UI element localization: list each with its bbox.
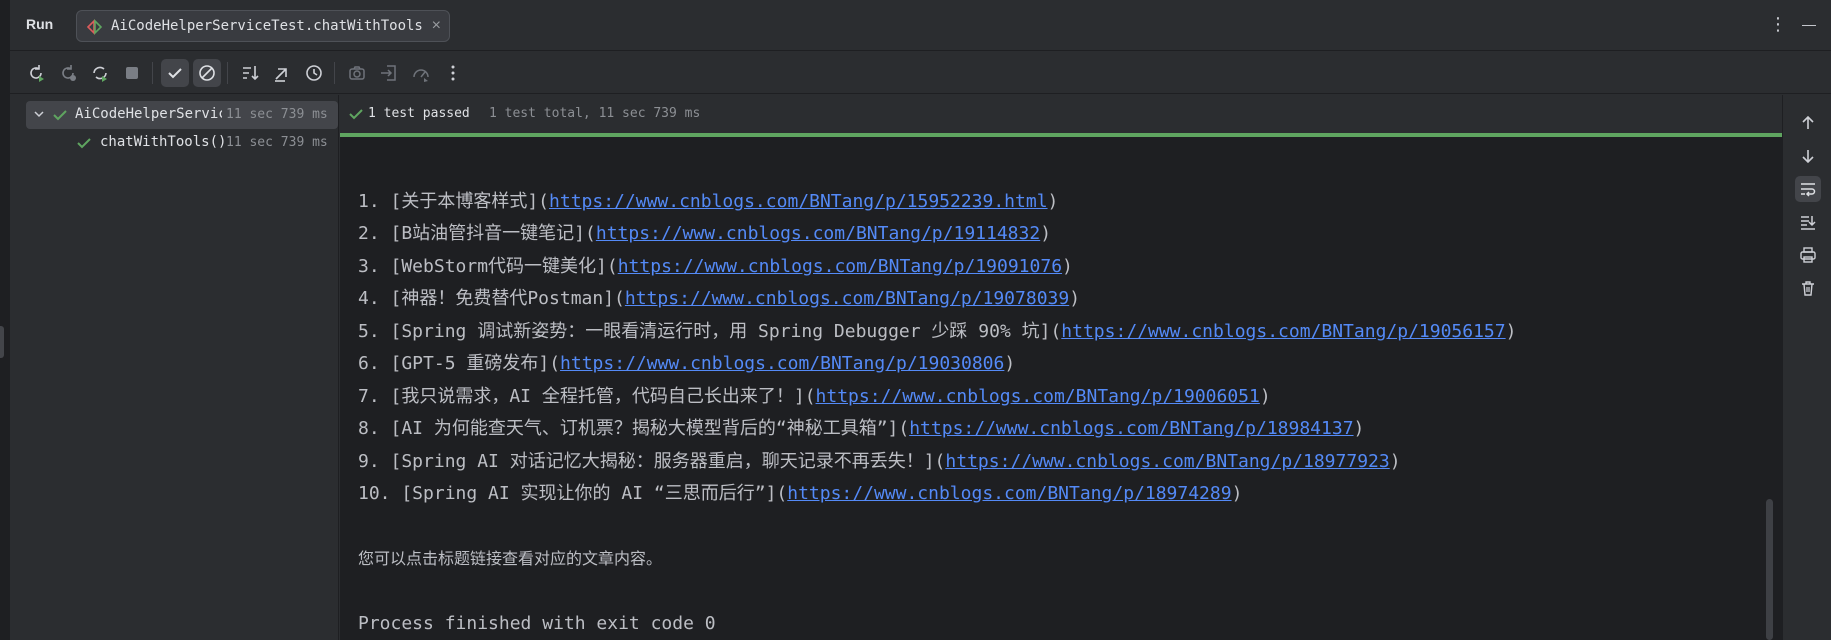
progress-fill <box>340 133 1782 137</box>
stop-icon[interactable] <box>118 59 146 87</box>
output-line-suffix: ) <box>1062 255 1073 277</box>
output-line: 3. [WebStorm代码一键美化](https://www.cnblogs.… <box>358 251 1758 284</box>
tab-label: AiCodeHelperServiceTest.chatWithTools <box>111 18 423 34</box>
output-line: 7. [我只说需求，AI 全程托管，代码自己长出来了！](https://www… <box>358 381 1758 414</box>
output-line-text: 6. [GPT-5 重磅发布]( <box>358 353 561 374</box>
run-tool-window: Run AiCodeHelperServiceTest.chatWithTool… <box>0 0 1831 640</box>
soft-wrap-icon[interactable] <box>1795 176 1821 202</box>
passed-check-icon <box>53 110 67 121</box>
output-line-text: 9. [Spring AI 对话记忆大揭秘：服务器重启，聊天记录不再丢失！]( <box>358 450 946 472</box>
sort-icon[interactable] <box>236 59 264 87</box>
history-icon[interactable] <box>300 59 328 87</box>
rerun-icon[interactable] <box>22 59 50 87</box>
toolbar-separator <box>152 62 153 84</box>
exit-message: Process finished with exit code 0 <box>358 613 716 634</box>
test-method-time: 11 sec 739 ms <box>226 135 328 150</box>
output-line-suffix: ) <box>1047 190 1059 212</box>
test-config-icon <box>86 19 103 35</box>
import-tests-icon[interactable] <box>375 59 403 87</box>
output-line: 10. [Spring AI 实现让你的 AI “三思而后行”](https:/… <box>358 478 1758 511</box>
resize-handle[interactable] <box>0 326 4 358</box>
arrow-up-icon[interactable] <box>1795 110 1821 136</box>
show-passed-icon[interactable] <box>161 59 189 87</box>
more-icon[interactable] <box>439 59 467 87</box>
tests-passed-label: 1 test passed <box>368 106 470 121</box>
output-line: 4. [神器！免费替代Postman](https://www.cnblogs.… <box>358 283 1758 316</box>
article-link[interactable]: https://www.cnblogs.com/BNTang/p/1897792… <box>945 451 1389 472</box>
close-icon[interactable]: × <box>432 17 441 35</box>
article-link[interactable]: https://www.cnblogs.com/BNTang/p/1907803… <box>625 288 1069 309</box>
tests-total-label: 1 test total, 11 sec 739 ms <box>489 106 701 121</box>
test-status-bar: 1 test passed 1 test total, 11 sec 739 m… <box>340 95 1782 133</box>
output-line-suffix: ) <box>1004 353 1016 374</box>
collapse-all-icon[interactable] <box>268 59 296 87</box>
output-line-text: 5. [Spring 调试新姿势：一眼看清运行时，用 Spring Debugg… <box>358 320 1062 342</box>
show-ignored-icon[interactable] <box>193 59 221 87</box>
toolbar-separator <box>334 62 335 84</box>
toggle-auto-test-icon[interactable] <box>86 59 114 87</box>
article-link[interactable]: https://www.cnblogs.com/BNTang/p/1897428… <box>787 483 1231 504</box>
output-line-suffix: ) <box>1040 223 1052 244</box>
output-line: 8. [AI 为何能查天气、订机票？揭秘大模型背后的“神秘工具箱”](https… <box>358 413 1758 446</box>
rerun-failed-icon[interactable] <box>54 59 82 87</box>
article-link[interactable]: https://www.cnblogs.com/BNTang/p/1909107… <box>618 256 1062 277</box>
output-line: 9. [Spring AI 对话记忆大揭秘：服务器重启，聊天记录不再丢失！](h… <box>358 446 1758 479</box>
output-line: 2. [B站油管抖音一键笔记](https://www.cnblogs.com/… <box>358 218 1758 251</box>
run-title: Run <box>26 16 54 32</box>
minimize-icon[interactable]: — <box>1797 12 1821 36</box>
arrow-down-icon[interactable] <box>1795 143 1821 169</box>
test-progress-bar <box>340 133 1782 137</box>
toolbar-separator <box>227 62 228 84</box>
output-note: 您可以点击标题链接查看对应的文章内容。 <box>358 549 663 568</box>
print-icon[interactable] <box>1795 242 1821 268</box>
output-line-text: 7. [我只说需求，AI 全程托管，代码自己长出来了！]( <box>358 385 816 407</box>
more-options-icon[interactable]: ⋮ <box>1766 12 1790 36</box>
output-line: 5. [Spring 调试新姿势：一眼看清运行时，用 Spring Debugg… <box>358 316 1758 349</box>
article-link[interactable]: https://www.cnblogs.com/BNTang/p/1595223… <box>549 191 1048 212</box>
passed-check-icon <box>349 109 363 120</box>
screenshot-icon[interactable] <box>343 59 371 87</box>
scroll-to-end-icon[interactable] <box>1795 209 1821 235</box>
coverage-icon[interactable] <box>407 59 435 87</box>
output-line-text: 4. [神器！免费替代Postman]( <box>358 288 625 309</box>
article-link[interactable]: https://www.cnblogs.com/BNTang/p/1905615… <box>1061 321 1505 342</box>
tree-row-test-method[interactable]: chatWithTools() 11 sec 739 ms <box>26 129 338 157</box>
test-class-name: AiCodeHelperServiceTest <box>75 106 222 122</box>
output-line-suffix: ) <box>1389 450 1401 472</box>
article-link[interactable]: https://www.cnblogs.com/BNTang/p/1903080… <box>560 353 1004 374</box>
run-toolbar <box>10 52 1831 94</box>
tree-row-test-class[interactable]: AiCodeHelperServiceTest 11 sec 739 ms <box>26 101 338 129</box>
passed-check-icon <box>77 138 91 149</box>
output-line-suffix: ) <box>1231 483 1243 504</box>
console-panel: 1 test passed 1 test total, 11 sec 739 m… <box>340 95 1782 640</box>
console-output[interactable]: 1. [关于本博客样式](https://www.cnblogs.com/BNT… <box>358 153 1758 640</box>
output-line-suffix: ) <box>1353 418 1365 439</box>
output-line-suffix: ) <box>1505 320 1517 342</box>
tool-window-header: Run AiCodeHelperServiceTest.chatWithTool… <box>10 0 1831 51</box>
article-link[interactable]: https://www.cnblogs.com/BNTang/p/1900605… <box>816 386 1260 407</box>
output-line: 6. [GPT-5 重磅发布](https://www.cnblogs.com/… <box>358 348 1758 381</box>
output-line-suffix: ) <box>1069 288 1081 309</box>
test-tree: AiCodeHelperServiceTest 11 sec 739 ms ch… <box>10 95 339 640</box>
test-class-time: 11 sec 739 ms <box>226 107 328 122</box>
output-line-text: 3. [WebStorm代码一键美化]( <box>358 255 618 277</box>
chevron-down-icon[interactable] <box>31 106 47 122</box>
article-link[interactable]: https://www.cnblogs.com/BNTang/p/1898413… <box>909 418 1353 439</box>
trash-icon[interactable] <box>1795 275 1821 301</box>
output-line-text: 2. [B站油管抖音一键笔记]( <box>358 223 596 244</box>
output-line-text: 8. [AI 为何能查天气、订机票？揭秘大模型背后的“神秘工具箱”]( <box>358 418 910 439</box>
output-line-text: 1. [关于本博客样式]( <box>358 190 550 212</box>
run-config-tab[interactable]: AiCodeHelperServiceTest.chatWithTools × <box>76 10 450 42</box>
vertical-scrollbar[interactable] <box>1766 499 1773 640</box>
article-link[interactable]: https://www.cnblogs.com/BNTang/p/1911483… <box>596 223 1040 244</box>
output-line: 1. [关于本博客样式](https://www.cnblogs.com/BNT… <box>358 186 1758 219</box>
output-line-suffix: ) <box>1259 385 1271 407</box>
test-method-name: chatWithTools() <box>100 134 227 150</box>
left-gutter <box>0 0 10 640</box>
output-line-text: 10. [Spring AI 实现让你的 AI “三思而后行”]( <box>358 483 788 504</box>
console-side-toolbar <box>1782 95 1831 640</box>
